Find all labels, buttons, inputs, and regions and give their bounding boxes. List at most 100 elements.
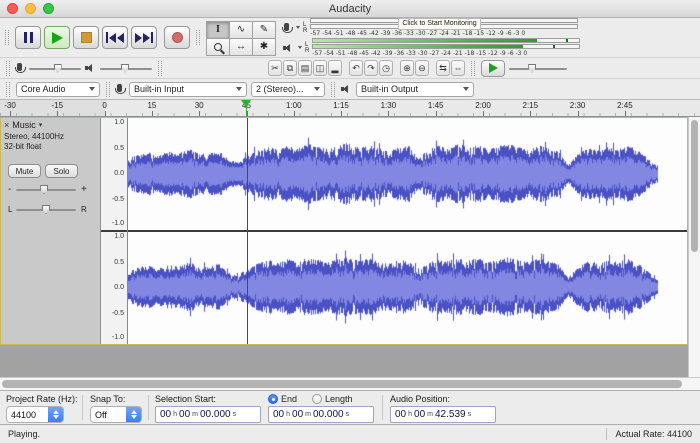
track-name[interactable]: Music	[12, 120, 36, 130]
track-area: × Music ▾ Stereo, 44100Hz 32-bit float M…	[0, 117, 700, 377]
meter-dropdown-icon[interactable]	[298, 46, 302, 49]
recording-meter-bars[interactable]: Click to Start Monitoring -57 -54 -51 -4…	[310, 18, 578, 37]
timeline-label: 2:45	[617, 101, 633, 110]
skip-to-end-button[interactable]	[131, 26, 157, 49]
playback-peak-left	[566, 39, 568, 42]
meter-dropdown-icon[interactable]	[296, 26, 300, 29]
playback-meter-bars[interactable]: -57 -54 -51 -48 -45 -42 -39 -36 -33 -30 …	[312, 38, 580, 57]
stop-button[interactable]	[73, 26, 99, 49]
tracks-background[interactable]	[0, 345, 688, 377]
edit-paste-button[interactable]: ▤	[298, 60, 312, 76]
amplitude-label: 1.0	[114, 119, 124, 126]
track-menu-icon[interactable]: ▾	[39, 121, 43, 129]
track-control-panel[interactable]: × Music ▾ Stereo, 44100Hz 32-bit float M…	[1, 118, 101, 344]
playback-speed-slider[interactable]	[509, 62, 567, 75]
amplitude-label: -1.0	[112, 220, 124, 227]
envelope-tool-button[interactable]: ∿	[229, 21, 253, 39]
toolbar-grip[interactable]	[196, 30, 200, 45]
zoom-tool-button[interactable]	[206, 38, 230, 56]
vertical-scrollbar[interactable]	[688, 117, 700, 377]
edit-zoom-in-button[interactable]: ⊕	[400, 60, 414, 76]
edit-sync-lock-button[interactable]: ◷	[379, 60, 393, 76]
horizontal-scrollbar-thumb[interactable]	[2, 380, 682, 388]
selection-start-label: Selection Start:	[155, 394, 216, 404]
recording-volume-slider[interactable]	[29, 62, 81, 75]
vertical-scale-ruler[interactable]: 1.00.50.0-0.5-1.01.00.50.0-0.5-1.0	[101, 118, 128, 344]
solo-button[interactable]: Solo	[45, 164, 78, 178]
selection-tool-button[interactable]: I	[206, 21, 230, 39]
time-digits: 00	[292, 409, 303, 420]
pause-button[interactable]	[15, 26, 41, 49]
snap-to-select[interactable]: Off	[90, 406, 142, 423]
toolbar-grip[interactable]	[158, 61, 162, 76]
snap-to-label: Snap To:	[90, 394, 125, 404]
toolbar-grip[interactable]	[5, 30, 9, 45]
monitoring-hint[interactable]: Click to Start Monitoring	[398, 18, 480, 30]
gain-slider[interactable]	[16, 183, 76, 196]
selection-end-field[interactable]: 00h00m00.000s	[268, 406, 374, 423]
minimize-window-button[interactable]	[25, 3, 36, 14]
edit-cut-button[interactable]: ✂	[268, 60, 282, 76]
playback-volume-slider[interactable]	[100, 62, 152, 75]
pan-slider[interactable]	[16, 203, 76, 216]
track-music[interactable]: × Music ▾ Stereo, 44100Hz 32-bit float M…	[0, 117, 688, 345]
radio-end[interactable]: End	[268, 394, 297, 404]
playhead-indicator[interactable]	[241, 100, 251, 107]
edit-undo-button[interactable]: ↶	[349, 60, 363, 76]
play-button[interactable]	[44, 26, 70, 49]
zoom-window-button[interactable]	[43, 3, 54, 14]
vertical-scrollbar-thumb[interactable]	[691, 120, 698, 252]
toolbar-grip[interactable]	[6, 61, 10, 76]
recording-device-select[interactable]: Built-in Input	[129, 82, 247, 97]
time-unit: m	[305, 411, 311, 418]
playback-device-select[interactable]: Built-in Output	[356, 82, 474, 97]
gain-minus-label: -	[8, 184, 11, 195]
edit-fit-project-button[interactable]: ⇔	[451, 60, 465, 76]
time-digits: 00	[160, 409, 171, 420]
recording-meter-scale: -57 -54 -51 -48 -45 -42 -39 -36 -33 -30 …	[310, 30, 578, 37]
audio-position-field[interactable]: 00h00m42.539s	[390, 406, 496, 423]
track-close-button[interactable]: ×	[4, 120, 9, 130]
timeline-label: 1:15	[333, 101, 349, 110]
radio-length[interactable]: Length	[312, 394, 353, 404]
multi-tool-button[interactable]: ✱	[252, 38, 276, 56]
play-at-speed-icon	[489, 63, 498, 73]
record-button[interactable]	[164, 26, 190, 49]
microphone-icon	[284, 23, 289, 31]
edit-copy-button[interactable]: ⧉	[283, 60, 297, 76]
chevron-down-icon	[463, 87, 469, 91]
toolbar-grip[interactable]	[331, 82, 335, 97]
title-bar[interactable]: Audacity	[0, 0, 700, 18]
edit-trim-audio-button[interactable]: ◫	[313, 60, 327, 76]
edit-redo-button[interactable]: ↷	[364, 60, 378, 76]
channel-separator	[101, 230, 127, 232]
toolbar-grip[interactable]	[6, 82, 10, 97]
edit-zoom-out-button[interactable]: ⊖	[415, 60, 429, 76]
time-unit: s	[468, 411, 472, 418]
toolbar-grip[interactable]	[471, 61, 475, 76]
draw-tool-button[interactable]: ✎	[252, 21, 276, 39]
edit-fit-selection-button[interactable]: ⇆	[436, 60, 450, 76]
edit-silence-audio-button[interactable]: ▂	[328, 60, 342, 76]
recording-meter[interactable]: L R Click to Start Monitoring -57 -54 -5…	[283, 18, 580, 37]
project-rate-select[interactable]: 44100	[6, 406, 64, 423]
recording-channels-value: 2 (Stereo)...	[256, 84, 304, 94]
audio-host-value: Core Audio	[21, 84, 66, 94]
skip-to-start-button[interactable]	[102, 26, 128, 49]
playback-meter[interactable]: L R -57 -54 -51 -48 -45 -42 -39 -36 -33 …	[283, 38, 580, 57]
selection-start-field[interactable]: 00h00m00.000s	[155, 406, 261, 423]
play-at-speed-button[interactable]	[481, 60, 505, 77]
timeshift-tool-button[interactable]: ↔	[229, 38, 253, 56]
timeline-ruler[interactable]: -30-1501530451:001:151:301:452:002:152:3…	[0, 100, 700, 117]
meter-channel-labels: L R	[305, 42, 309, 54]
toolbar-grip[interactable]	[106, 82, 110, 97]
recording-channels-select[interactable]: 2 (Stereo)...	[251, 82, 325, 97]
waveform-display[interactable]	[128, 118, 687, 344]
mute-button[interactable]: Mute	[8, 164, 41, 178]
audio-host-select[interactable]: Core Audio	[16, 82, 100, 97]
horizontal-scrollbar[interactable]	[0, 377, 700, 390]
timeline-label: 1:45	[428, 101, 444, 110]
amplitude-label: -0.5	[112, 196, 124, 203]
amplitude-label: 0.5	[114, 145, 124, 152]
close-window-button[interactable]	[7, 3, 18, 14]
